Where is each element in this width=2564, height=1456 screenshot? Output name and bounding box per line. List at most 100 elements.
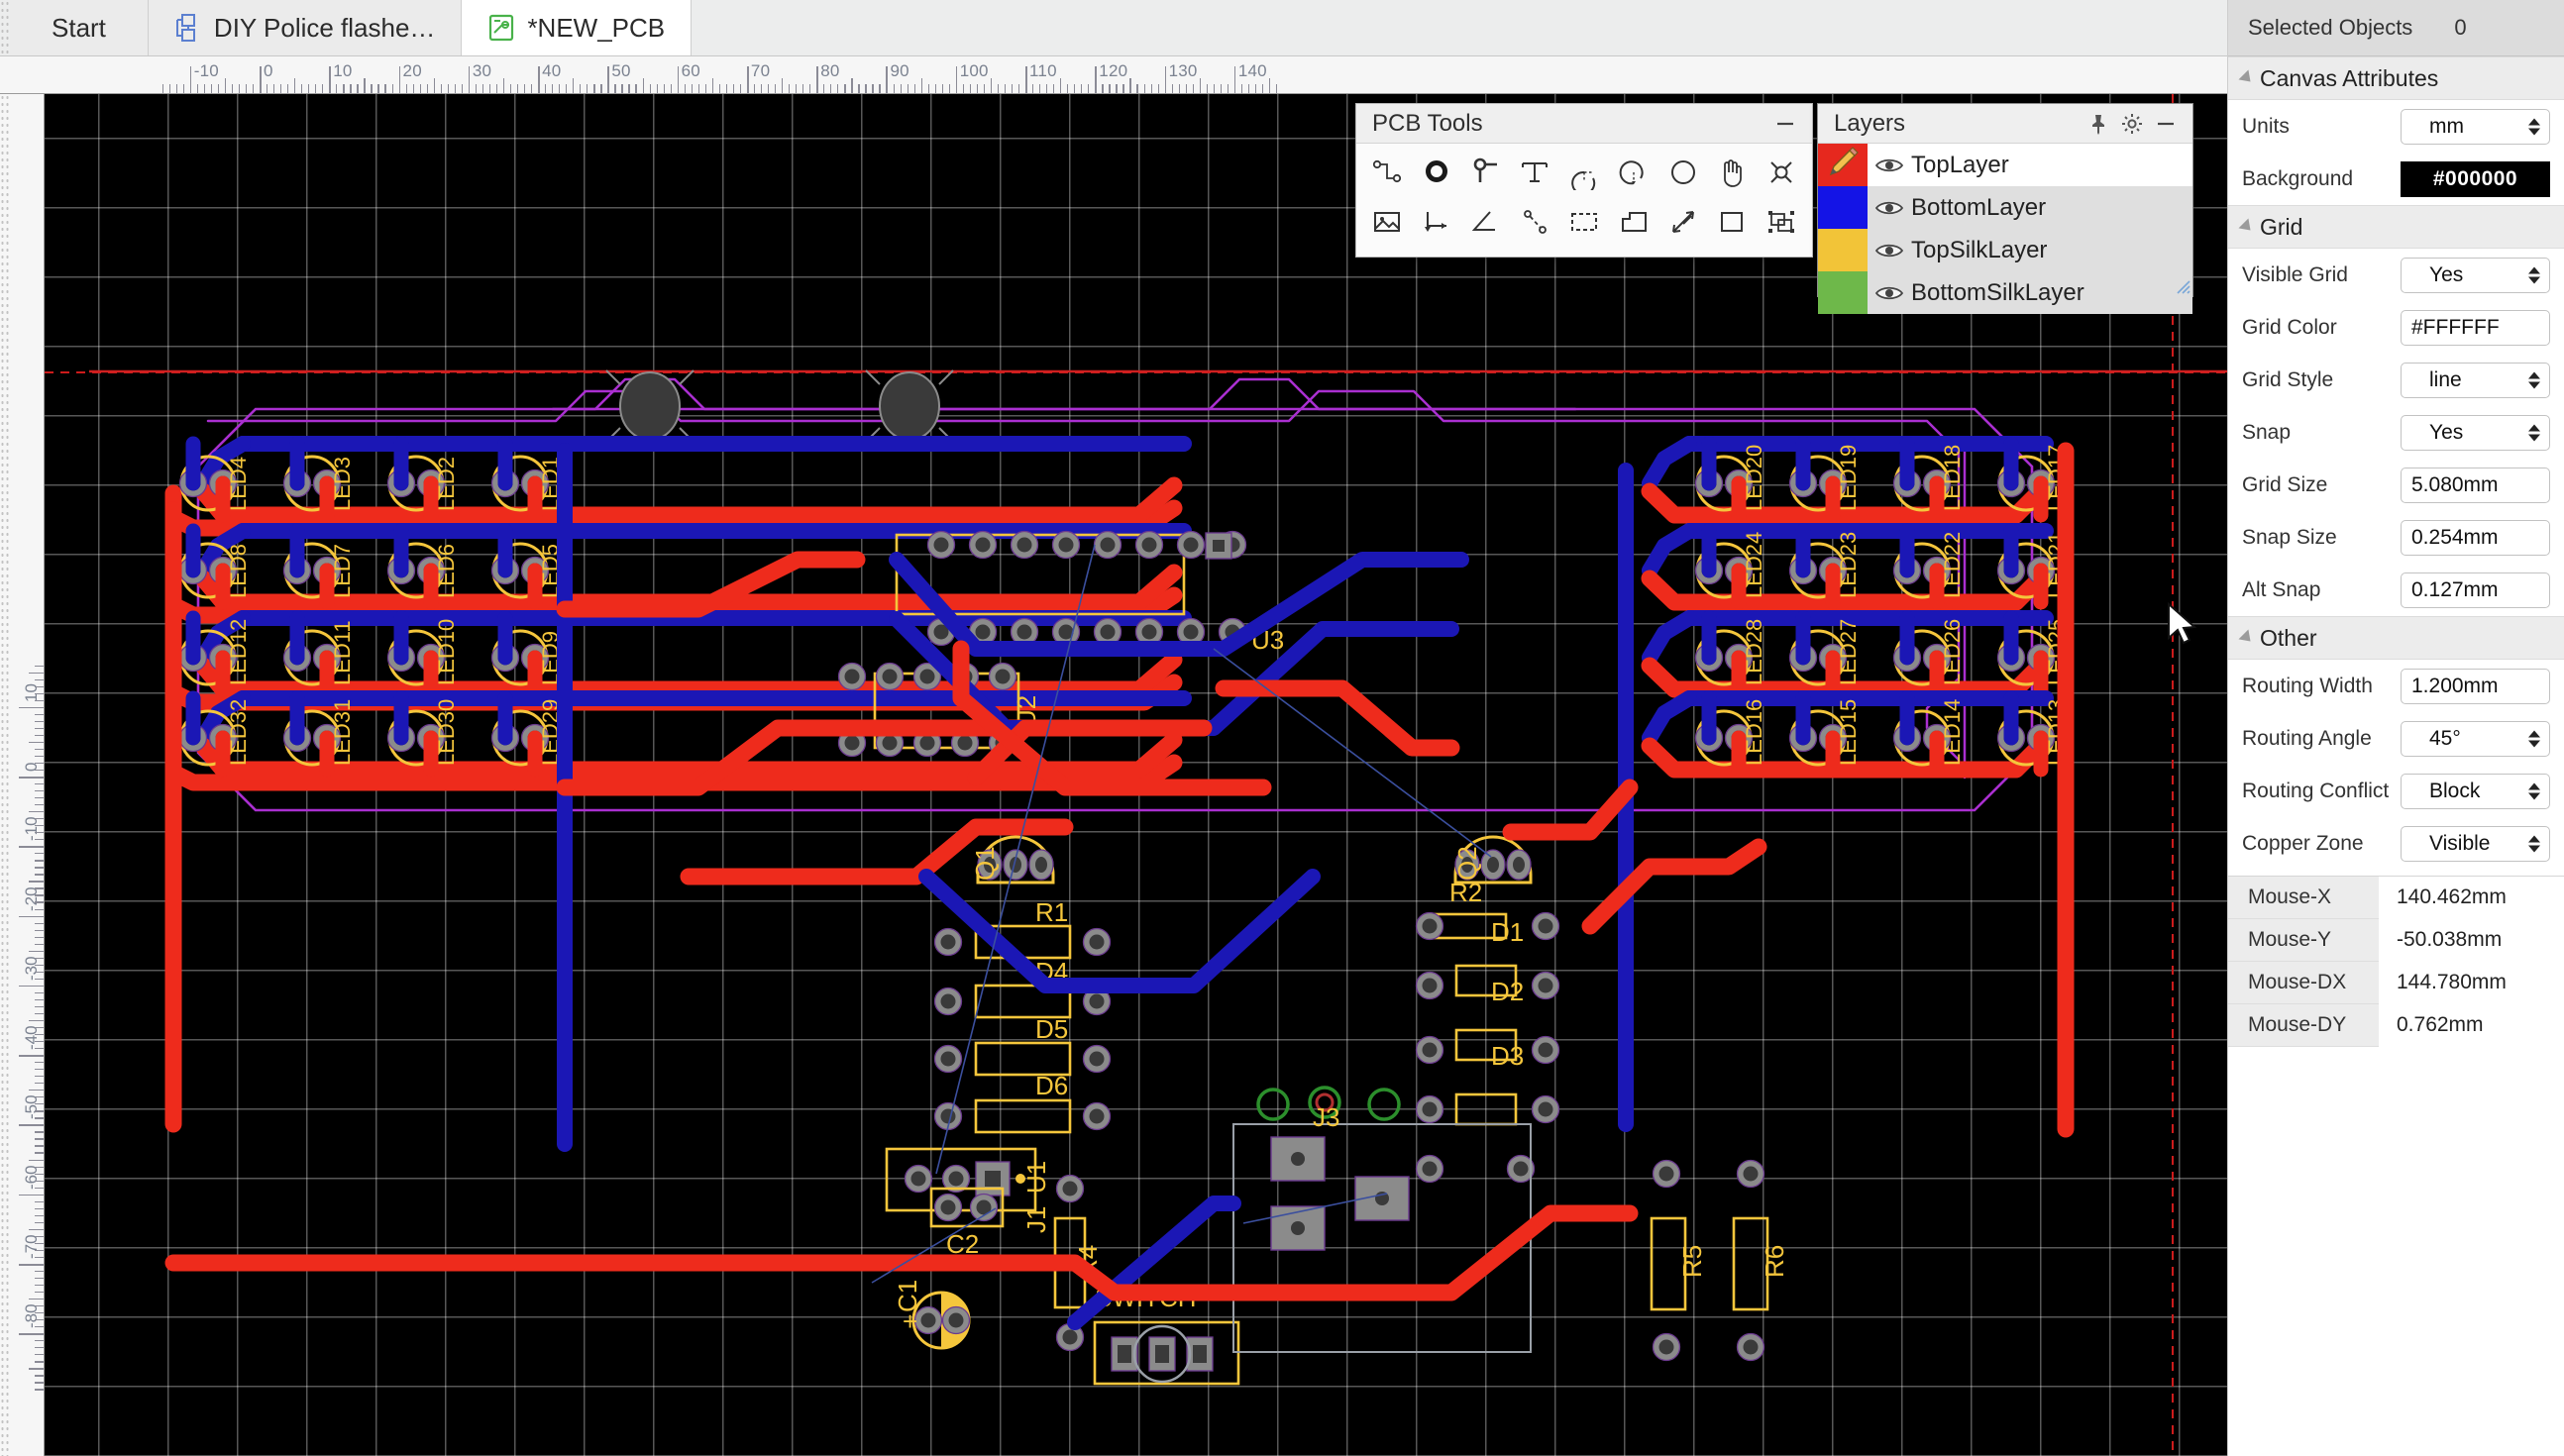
ruler-tick [252,84,255,93]
attr-value-input[interactable]: 0.127mm [2401,572,2550,608]
attr-value-input[interactable]: 1.200mm [2401,668,2550,704]
component-designator: U1 [1021,1161,1051,1194]
ruler-label: -40 [22,1025,41,1051]
ruler-tick [865,84,867,93]
layer-color-swatch[interactable] [1818,144,1868,186]
ruler-label: -70 [22,1234,41,1259]
spinner-arrows-icon[interactable] [2528,118,2540,135]
left-panel-grip[interactable] [0,94,11,1456]
layer-row-bottomlayer[interactable]: BottomLayer [1818,186,2192,229]
tab-new-pcb[interactable]: *NEW_PCB [462,0,693,55]
eye-icon[interactable] [1868,283,1911,303]
angle-icon[interactable] [1461,197,1511,247]
ruler-tick [35,1180,44,1182]
spinner-arrows-icon[interactable] [2528,835,2540,852]
spinner-arrows-icon[interactable] [2528,424,2540,441]
spinner-arrows-icon[interactable] [2528,266,2540,283]
layer-color-swatch[interactable] [1818,229,1868,271]
pad-hole [1062,1329,1078,1345]
hole-icon[interactable] [1757,148,1806,197]
text-icon[interactable] [1510,148,1559,197]
select-rect-icon[interactable] [1559,197,1609,247]
layer-color-swatch[interactable] [1818,186,1868,229]
eye-icon[interactable] [1868,198,1911,218]
eye-icon[interactable] [1868,241,1911,260]
ruler-label: 60 [681,61,700,80]
resize-icon[interactable] [1658,197,1708,247]
rect-icon[interactable] [1707,197,1757,247]
minimize-icon[interactable] [1768,107,1802,141]
image-icon[interactable] [1362,197,1412,247]
ruler-tick [1116,84,1118,93]
dimension-icon[interactable] [1412,197,1461,247]
via-icon[interactable] [1461,148,1511,197]
attr-value-select[interactable]: Yes [2401,257,2550,293]
group-grid[interactable]: Grid [2228,205,2564,249]
ruler-label: -30 [22,956,41,981]
tab-diy-police-flasher[interactable]: DIY Police flashe… [148,0,463,55]
tab-start[interactable]: Start [10,0,149,55]
horizontal-ruler[interactable]: -10 0 10 20 30 40 50 60 70 80 90 100 110 120 130 140 [0,56,2227,94]
measure-icon[interactable] [1510,197,1559,247]
smd-hole [1291,1152,1305,1166]
spinner-arrows-icon[interactable] [2528,782,2540,799]
pad-hole [920,1312,936,1328]
attr-value-select[interactable]: Visible [2401,825,2550,862]
pad-icon[interactable] [1412,148,1461,197]
pcb-tools-panel[interactable]: PCB Tools [1355,103,1813,258]
layers-header[interactable]: Layers [1818,104,2192,144]
ruler-tick [35,1319,44,1321]
group-other[interactable]: Other [2228,616,2564,660]
pin-icon[interactable] [2082,107,2115,141]
layer-row-toplayer[interactable]: TopLayer [1818,144,2192,186]
arc-center-icon[interactable] [1609,148,1658,197]
gear-icon[interactable] [2115,107,2149,141]
group-icon[interactable] [1757,197,1806,247]
attr-value-select[interactable]: Block [2401,773,2550,809]
spinner-arrows-icon[interactable] [2528,371,2540,388]
ruler-tick [19,706,44,709]
ruler-tick [837,84,839,93]
ruler-tick [1074,84,1076,93]
ruler-tick [447,84,449,93]
attr-value-input[interactable]: #FFFFFF [2401,309,2550,346]
attr-value: #FFFFFF [2411,315,2500,339]
attr-value-select[interactable]: mm [2401,108,2550,145]
spinner-arrows-icon[interactable] [2528,730,2540,747]
attr-value-input[interactable]: #000000 [2401,160,2550,197]
ruler-tick [35,887,44,889]
layer-list: TopLayer BottomLayer TopSilkLayer BottomSil… [1818,144,2192,314]
layer-row-topsilklayer[interactable]: TopSilkLayer [1818,229,2192,271]
bottom-track [1642,436,1697,491]
resize-handle-icon[interactable] [2173,276,2190,294]
group-canvas-attributes[interactable]: Canvas Attributes [2228,56,2564,100]
ruler-tick [1143,84,1145,93]
minimize-icon[interactable] [2149,107,2183,141]
mouse-label: Mouse-DX [2248,971,2347,993]
layers-panel[interactable]: Layers TopLayer BottomLayer TopSilkLayer Bo… [1817,103,2193,314]
attr-value-select[interactable]: Yes [2401,414,2550,451]
mounting-hole [879,371,940,441]
ruler-tick [35,825,44,827]
ruler-label: -20 [22,885,41,911]
eye-icon[interactable] [1868,156,1911,175]
pad-hole [933,537,949,553]
attr-value-input[interactable]: 0.254mm [2401,519,2550,556]
attr-label: Grid Style [2242,367,2334,391]
attr-row-routing-width: Routing Width 1.200mm [2228,660,2564,712]
arc-3point-icon[interactable] [1559,148,1609,197]
circle-icon[interactable] [1658,148,1708,197]
attr-value-select[interactable]: 45° [2401,720,2550,757]
layer-row-bottomsilklayer[interactable]: BottomSilkLayer [1818,271,2192,314]
pcb-tools-header[interactable]: PCB Tools [1356,104,1812,144]
attr-value-input[interactable]: 5.080mm [2401,467,2550,503]
ruler-label: 0 [264,61,273,80]
pad-hole [1141,537,1157,553]
layer-color-swatch[interactable] [1818,271,1868,314]
ruler-tick [19,1194,44,1196]
hand-icon[interactable] [1707,148,1757,197]
copper-area-icon[interactable] [1609,197,1658,247]
attr-value-select[interactable]: line [2401,362,2550,398]
track-icon[interactable] [1362,148,1412,197]
ruler-tick [976,84,979,93]
